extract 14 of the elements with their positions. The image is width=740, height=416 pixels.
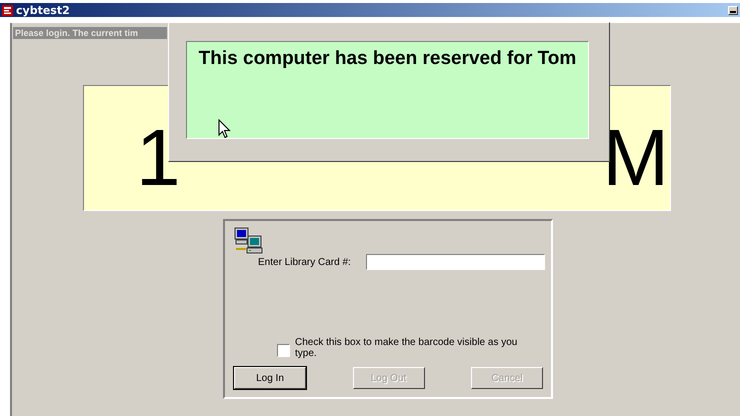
clock-text: 1: [136, 120, 180, 196]
computers-icon: [234, 227, 264, 255]
clock-text: M: [602, 120, 669, 196]
status-label: Please login. The current tim: [13, 27, 167, 39]
dialog-button[interactable]: Log In: [234, 367, 306, 389]
card-label: Enter Library Card #:: [258, 256, 351, 268]
window-title: cybtest2: [16, 4, 70, 16]
cursor-icon: [218, 119, 231, 139]
checkbox-label: Check this box to make the barcode visible as you type.: [295, 337, 518, 359]
reservation-message: This computer has been reserved for Tom: [186, 41, 589, 139]
minimize-button[interactable]: [728, 6, 738, 14]
card-number-field[interactable]: [366, 254, 545, 270]
barcode-checkbox[interactable]: [277, 344, 290, 356]
minimize-icon: [730, 10, 736, 12]
